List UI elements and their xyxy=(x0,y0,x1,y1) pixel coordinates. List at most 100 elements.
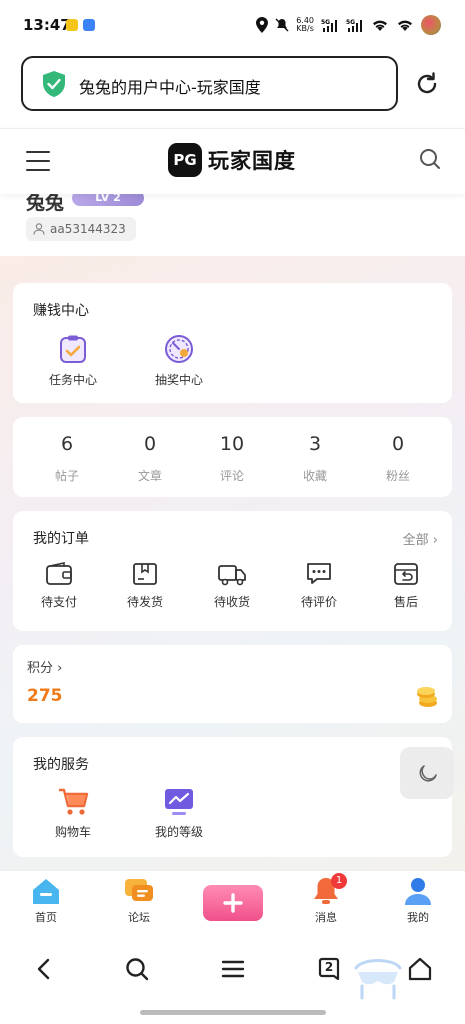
user-center-content: 兔兔 LV 2 aa53144323 赚钱中心 任务中心 抽奖中心 6 帖子 0… xyxy=(0,194,465,870)
add-post-button[interactable] xyxy=(203,885,263,921)
points-value: 275 xyxy=(27,686,63,706)
site-logo[interactable]: PG 玩家国度 xyxy=(168,143,296,177)
points-label[interactable]: 积分 › xyxy=(27,657,62,676)
stat-articles-value: 0 xyxy=(143,433,157,455)
return-icon xyxy=(394,563,418,585)
mute-icon xyxy=(275,18,289,32)
site-header: PG 玩家国度 xyxy=(0,128,465,194)
page-title: 兔兔的用户中心-玩家国度 xyxy=(79,78,261,97)
search-icon[interactable] xyxy=(124,956,150,982)
user-id: aa53144323 xyxy=(50,222,126,236)
svg-text:5G: 5G xyxy=(346,19,355,26)
package-icon xyxy=(133,563,157,585)
home-icon[interactable] xyxy=(407,956,433,982)
signal-icon-2: 5G xyxy=(346,19,362,32)
task-clipboard-icon xyxy=(60,335,86,363)
bottom-tab-bar: 首页 论坛 消息 我的 xyxy=(0,870,465,936)
orders-card: 我的订单 全部 › 待支付 待发货 待收货 待评价 售后 xyxy=(13,511,452,631)
menu-icon[interactable] xyxy=(220,956,246,982)
tab-home-label: 首页 xyxy=(35,911,57,924)
stats-card: 6 帖子 0 文章 10 评论 3 收藏 0 粉丝 xyxy=(13,417,452,497)
stat-favorites-label: 收藏 xyxy=(302,469,327,483)
task-center-button[interactable]: 任务中心 xyxy=(33,333,113,388)
comment-icon xyxy=(307,563,331,584)
status-time: 13:47 xyxy=(23,16,71,34)
incognito-mask-icon xyxy=(354,959,402,1000)
order-pending-review-label: 待评价 xyxy=(300,595,337,609)
secure-shield-icon xyxy=(43,71,65,97)
user-icon xyxy=(405,878,431,905)
svg-text:5G: 5G xyxy=(321,19,330,26)
lottery-dial-icon xyxy=(165,335,193,363)
tab-home[interactable]: 首页 xyxy=(16,875,76,925)
stat-fans[interactable]: 0 粉丝 xyxy=(358,433,438,484)
tab-mine-label: 我的 xyxy=(407,911,429,924)
task-center-label: 任务中心 xyxy=(48,373,97,387)
wallet-icon xyxy=(46,562,72,585)
home-indicator[interactable] xyxy=(140,1010,326,1015)
search-icon[interactable] xyxy=(419,148,441,170)
my-level-button[interactable]: 我的等级 xyxy=(139,787,219,840)
lottery-center-label: 抽奖中心 xyxy=(154,373,203,387)
chevron-right-icon: › xyxy=(432,533,438,548)
coins-icon xyxy=(417,687,437,707)
back-icon[interactable] xyxy=(32,956,58,982)
tab-messages[interactable]: 消息 xyxy=(296,875,356,925)
stat-fans-value: 0 xyxy=(391,433,405,455)
profile-section: 兔兔 LV 2 aa53144323 xyxy=(0,194,465,256)
reload-icon[interactable] xyxy=(413,70,441,98)
stat-posts[interactable]: 6 帖子 xyxy=(27,433,107,484)
nickname: 兔兔 xyxy=(26,194,65,214)
order-pending-payment[interactable]: 待支付 xyxy=(19,561,99,610)
tab-forum[interactable]: 论坛 xyxy=(109,875,169,925)
order-pending-shipment-label: 待发货 xyxy=(126,595,163,609)
cart-button[interactable]: 购物车 xyxy=(33,787,113,840)
points-card[interactable]: 积分 › 275 xyxy=(13,645,452,723)
my-level-label: 我的等级 xyxy=(154,825,203,839)
app-notification-icon xyxy=(83,19,95,31)
tabs-count: 2 xyxy=(324,960,334,974)
status-icons: 6.40 KB/s 5G 5G xyxy=(256,15,441,35)
stat-comments[interactable]: 10 评论 xyxy=(192,433,272,484)
order-pending-receipt[interactable]: 待收货 xyxy=(192,561,272,610)
orders-title: 我的订单 xyxy=(33,531,89,547)
earn-center-title: 赚钱中心 xyxy=(33,303,89,319)
user-outline-icon xyxy=(33,223,45,235)
menu-icon[interactable] xyxy=(26,151,50,171)
tabs-button[interactable]: 2 xyxy=(316,956,342,982)
services-title: 我的服务 xyxy=(33,757,89,773)
tab-forum-label: 论坛 xyxy=(128,911,150,924)
stat-articles[interactable]: 0 文章 xyxy=(110,433,190,484)
plus-icon xyxy=(223,893,243,913)
stat-posts-value: 6 xyxy=(60,433,74,455)
tab-messages-label: 消息 xyxy=(315,911,337,924)
wifi-icon-2 xyxy=(398,20,412,31)
order-pending-shipment[interactable]: 待发货 xyxy=(105,561,185,610)
tab-mine[interactable]: 我的 xyxy=(388,875,448,925)
address-bar[interactable]: 兔兔的用户中心-玩家国度 xyxy=(21,56,398,111)
level-badge: LV 2 xyxy=(72,194,144,206)
status-bar: 13:47 6.40 KB/s 5G 5G xyxy=(0,0,465,48)
home-icon xyxy=(33,879,59,904)
signal-icon: 5G xyxy=(321,19,337,32)
order-after-sales[interactable]: 售后 xyxy=(366,561,446,610)
stat-posts-label: 帖子 xyxy=(54,469,79,483)
logo-mark: PG xyxy=(168,143,202,177)
moon-icon xyxy=(419,765,437,782)
stat-favorites[interactable]: 3 收藏 xyxy=(275,433,355,484)
stat-fans-label: 粉丝 xyxy=(385,469,410,483)
logo-text: 玩家国度 xyxy=(208,149,296,173)
services-card: 我的服务 购物车 我的等级 xyxy=(13,737,452,857)
cart-icon xyxy=(59,788,89,815)
orders-all-link[interactable]: 全部 › xyxy=(403,529,438,548)
lottery-center-button[interactable]: 抽奖中心 xyxy=(139,333,219,388)
user-id-tag[interactable]: aa53144323 xyxy=(26,217,136,241)
chevron-right-icon: › xyxy=(57,661,63,676)
order-after-sales-label: 售后 xyxy=(393,595,418,609)
dark-mode-button[interactable] xyxy=(400,747,454,799)
order-pending-review[interactable]: 待评价 xyxy=(279,561,359,610)
truck-icon xyxy=(218,565,246,586)
net-speed: 6.40 KB/s xyxy=(296,16,314,33)
wifi-icon xyxy=(373,20,387,31)
stat-comments-label: 评论 xyxy=(219,469,244,483)
